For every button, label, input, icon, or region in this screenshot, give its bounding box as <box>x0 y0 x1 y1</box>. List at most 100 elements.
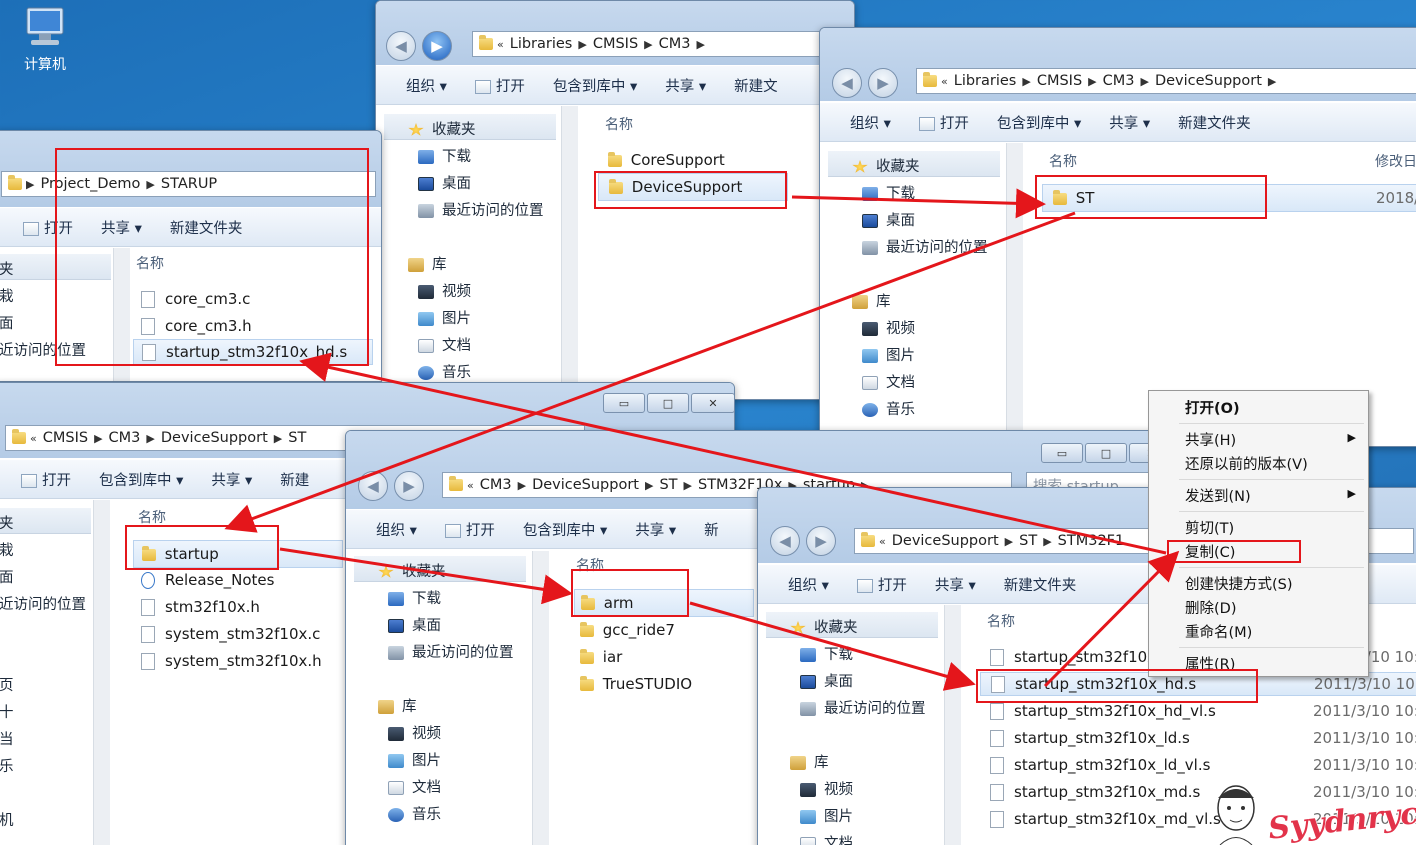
nav-music[interactable]: 音乐 <box>418 361 471 382</box>
file-row[interactable]: system_stm32f10x.c <box>141 625 320 643</box>
organize-button[interactable]: 组织 ▾ <box>850 112 891 133</box>
breadcrumb-cmsis[interactable]: CMSIS <box>43 430 88 446</box>
back-button[interactable]: ◀ <box>832 68 862 98</box>
nav-downloads[interactable]: 下载 <box>388 587 441 608</box>
file-row[interactable]: startup_stm32f10x_hd_vl.s 2011/3/10 10:5 <box>990 702 1416 720</box>
nav-downloads[interactable]: 下载 <box>862 182 915 203</box>
nav-downloads[interactable]: 栽 <box>0 539 14 560</box>
nav-libraries[interactable]: 库 <box>378 695 417 716</box>
nav-documents[interactable]: 当 <box>0 728 14 749</box>
address-bar[interactable]: « Libraries ▶ CMSIS ▶ CM3 ▶ DeviceSupport ▶ <box>916 68 1416 94</box>
nav-scrollbar[interactable] <box>561 106 578 399</box>
file-row[interactable]: system_stm32f10x.h <box>141 652 322 670</box>
breadcrumb-st[interactable]: ST <box>1019 533 1037 549</box>
forward-button[interactable]: ▶ <box>394 471 424 501</box>
nav-music[interactable]: 音乐 <box>862 398 915 419</box>
organize-button[interactable]: 组织 ▾ <box>788 574 829 595</box>
new-folder-button[interactable]: 新建 <box>280 469 309 490</box>
nav-favorites[interactable]: 夹 <box>0 512 14 533</box>
breadcrumb-st[interactable]: ST <box>659 477 677 493</box>
nav-favorites[interactable]: 收藏夹 <box>852 155 920 176</box>
open-button[interactable]: 打开 <box>474 75 525 96</box>
nav-desktop[interactable]: 桌面 <box>388 614 441 635</box>
folder-row[interactable]: TrueSTUDIO <box>580 675 692 693</box>
nav-scrollbar[interactable] <box>532 551 549 845</box>
nav-downloads[interactable]: 下载 <box>800 643 853 664</box>
nav-pictures[interactable]: 图片 <box>418 307 471 328</box>
nav-pictures[interactable]: 图片 <box>800 805 853 826</box>
breadcrumb-devicesupport[interactable]: DeviceSupport <box>532 477 639 493</box>
forward-button[interactable]: ▶ <box>422 31 452 61</box>
file-row[interactable]: startup_stm32f10x_md.s2011/3/10 10:5 <box>990 783 1416 801</box>
forward-button[interactable]: ▶ <box>806 526 836 556</box>
breadcrumb-devicesupport[interactable]: DeviceSupport <box>892 533 999 549</box>
breadcrumb-stm32f1[interactable]: STM32F1 <box>1058 533 1125 549</box>
folder-row[interactable]: iar <box>580 648 622 666</box>
include-in-library-button[interactable]: 包含到库中 ▾ <box>997 112 1081 133</box>
nav-desktop[interactable]: 桌面 <box>800 670 853 691</box>
share-button[interactable]: 共享 ▾ <box>211 469 252 490</box>
breadcrumb-cm3[interactable]: CM3 <box>1103 73 1135 89</box>
nav-desktop[interactable]: 面 <box>0 312 14 333</box>
breadcrumb-cm3[interactable]: CM3 <box>659 36 691 52</box>
open-button[interactable]: 打开 <box>918 112 969 133</box>
forward-button[interactable]: ▶ <box>868 68 898 98</box>
folder-row[interactable]: CoreSupport <box>608 151 725 169</box>
menu-item-send-to[interactable]: 发送到(N) <box>1185 485 1251 506</box>
breadcrumb-libraries[interactable]: Libraries <box>510 36 573 52</box>
back-button[interactable]: ◀ <box>770 526 800 556</box>
nav-documents[interactable]: 文档 <box>418 334 471 355</box>
nav-documents[interactable]: 文档 <box>800 832 853 845</box>
address-bar[interactable]: « Libraries ▶ CMSIS ▶ CM3 ▶ <box>472 31 854 57</box>
organize-button[interactable]: 组织 ▾ <box>376 519 417 540</box>
column-header-name[interactable]: 名称 <box>605 114 633 134</box>
nav-recent[interactable]: 最近访问的位置 <box>418 199 544 220</box>
nav-desktop[interactable]: 面 <box>0 566 14 587</box>
menu-item-restore-previous-versions[interactable]: 还原以前的版本(V) <box>1185 453 1308 474</box>
close-button[interactable]: ✕ <box>691 393 734 413</box>
open-button[interactable]: 打开 <box>21 469 71 490</box>
nav-pictures[interactable]: 十 <box>0 701 14 722</box>
menu-item-delete[interactable]: 删除(D) <box>1185 597 1236 618</box>
column-header-modified[interactable]: 修改日 <box>1375 151 1416 171</box>
nav-videos[interactable]: 视频 <box>862 317 915 338</box>
organize-button[interactable]: 组织 ▾ <box>406 75 447 96</box>
nav-scrollbar[interactable] <box>944 605 961 845</box>
breadcrumb-cm3[interactable]: CM3 <box>480 477 512 493</box>
nav-scrollbar[interactable] <box>93 500 110 845</box>
breadcrumb-cmsis[interactable]: CMSIS <box>1037 73 1082 89</box>
nav-downloads[interactable]: 栽 <box>0 285 14 306</box>
nav-libraries[interactable]: 库 <box>852 290 891 311</box>
nav-music[interactable]: 乐 <box>0 755 14 776</box>
open-button[interactable]: 打开 <box>444 519 495 540</box>
computer-desktop-icon[interactable]: 计算机 <box>10 6 80 74</box>
nav-favorites[interactable]: 夹 <box>0 258 14 279</box>
file-row[interactable]: startup_stm32f10x_ld_vl.s 2011/3/10 10:5 <box>990 756 1416 774</box>
nav-recent[interactable]: 近访问的位置 <box>0 593 86 614</box>
menu-item-rename[interactable]: 重命名(M) <box>1185 621 1252 642</box>
nav-desktop[interactable]: 桌面 <box>418 172 471 193</box>
nav-documents[interactable]: 文档 <box>862 371 915 392</box>
breadcrumb-devicesupport[interactable]: DeviceSupport <box>1155 73 1262 89</box>
include-in-library-button[interactable]: 包含到库中 ▾ <box>99 469 183 490</box>
file-row[interactable]: startup_stm32f10x_ld.s 2011/3/10 10:5 <box>990 729 1416 747</box>
nav-desktop[interactable]: 桌面 <box>862 209 915 230</box>
share-button[interactable]: 共享 ▾ <box>665 75 706 96</box>
nav-scrollbar[interactable] <box>1006 143 1023 446</box>
nav-favorites[interactable]: 收藏夹 <box>790 616 858 637</box>
menu-item-open[interactable]: 打开(O) <box>1185 397 1240 418</box>
share-button[interactable]: 共享 ▾ <box>1109 112 1150 133</box>
nav-recent[interactable]: 最近访问的位置 <box>388 641 514 662</box>
nav-pictures[interactable]: 图片 <box>388 749 441 770</box>
column-header-name[interactable]: 名称 <box>1049 151 1077 171</box>
breadcrumb-cm3[interactable]: CM3 <box>109 430 141 446</box>
nav-favorites[interactable]: 收藏夹 <box>378 560 446 581</box>
share-button[interactable]: 共享 ▾ <box>935 574 976 595</box>
nav-favorites[interactable]: 收藏夹 <box>408 118 476 139</box>
column-header-name[interactable]: 名称 <box>987 611 1015 631</box>
nav-videos[interactable]: 视频 <box>418 280 471 301</box>
nav-music[interactable]: 音乐 <box>388 803 441 824</box>
breadcrumb-st[interactable]: ST <box>288 430 306 446</box>
include-in-library-button[interactable]: 包含到库中 ▾ <box>553 75 637 96</box>
breadcrumb-devicesupport[interactable]: DeviceSupport <box>161 430 268 446</box>
